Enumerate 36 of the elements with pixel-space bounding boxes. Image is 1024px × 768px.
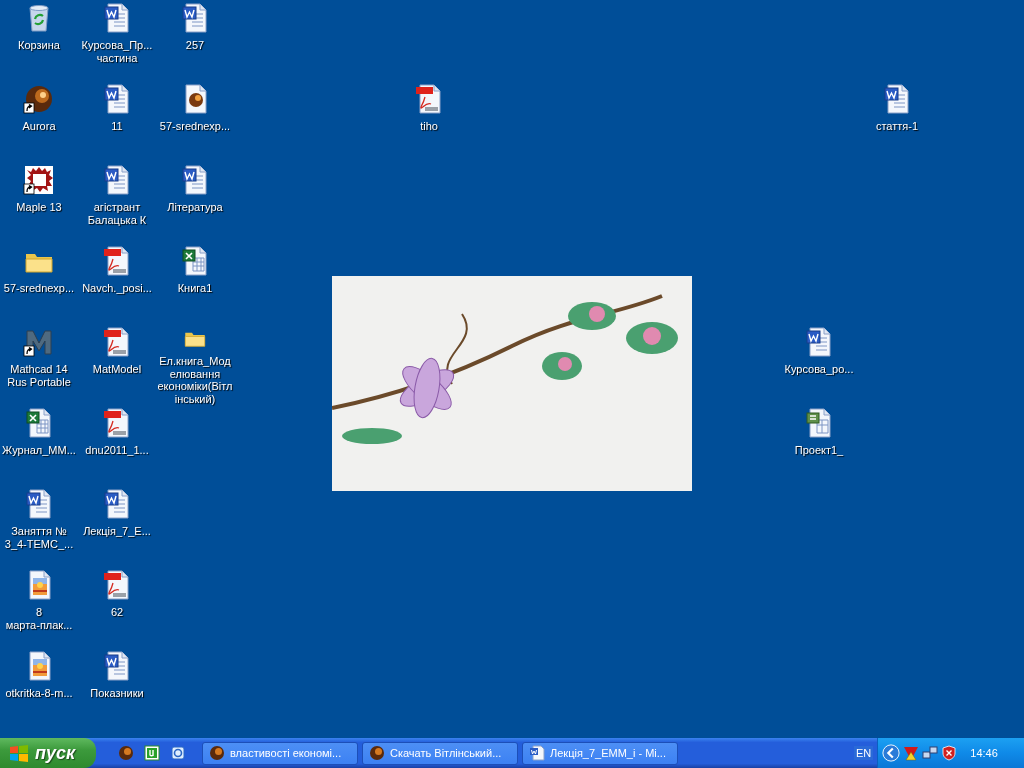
icon-label[interactable]: Aurora bbox=[22, 120, 56, 133]
icon-label[interactable]: Показники bbox=[90, 687, 144, 700]
network-icon[interactable] bbox=[922, 745, 939, 761]
icon-label[interactable]: Курсова_ро... bbox=[784, 363, 854, 376]
icon-label[interactable]: Navch._posi... bbox=[82, 282, 152, 295]
icon-label[interactable]: Проект1_ bbox=[794, 444, 844, 457]
torrent-icon[interactable] bbox=[144, 745, 160, 761]
icon-label[interactable]: tiho bbox=[420, 120, 438, 133]
icon-label[interactable]: Заняття № 3_4-ТЕМС_... bbox=[4, 525, 74, 550]
icon-label[interactable]: Курсова_Пр... частина bbox=[81, 39, 153, 64]
globe-icon[interactable] bbox=[23, 83, 55, 115]
windows-logo-icon bbox=[9, 744, 29, 762]
shield-icon[interactable] bbox=[941, 745, 958, 761]
icon-label[interactable]: 8 марта-плак... bbox=[5, 606, 73, 631]
icon-label[interactable]: Maple 13 bbox=[16, 201, 62, 214]
icon-label[interactable]: стаття-1 bbox=[875, 120, 919, 133]
icon-label[interactable]: Ел.книга_Мод елювання економіки(Вітл інський) bbox=[157, 355, 233, 405]
icon-label[interactable]: Література bbox=[167, 201, 223, 214]
icon-label[interactable]: 62 bbox=[110, 606, 124, 619]
icon-label[interactable]: Книга1 bbox=[177, 282, 213, 295]
icon-label[interactable]: Корзина bbox=[18, 39, 60, 52]
icon-label[interactable]: MatModel bbox=[92, 363, 142, 376]
start-button[interactable]: пуск bbox=[0, 738, 96, 768]
chevron-left-icon[interactable] bbox=[882, 744, 901, 762]
icon-label[interactable]: агістрант Балацька К bbox=[87, 201, 147, 226]
icon-label[interactable]: Mathcad 14 Rus Portable bbox=[7, 363, 71, 388]
icon-label[interactable]: dnu2011_1... bbox=[85, 444, 149, 457]
icon-label[interactable]: 257 bbox=[185, 39, 205, 52]
icon-label[interactable]: otkritka-8-m... bbox=[5, 687, 73, 700]
language-indicator[interactable]: EN bbox=[854, 746, 874, 760]
clock[interactable]: 14:46 bbox=[970, 747, 998, 759]
icon-label[interactable]: 57-srednexp... bbox=[159, 120, 231, 133]
icon-label[interactable]: Лекція_7_Е... bbox=[83, 525, 151, 538]
icon-label[interactable]: Журнал_ММ... bbox=[2, 444, 76, 457]
icon-label[interactable]: 11 bbox=[111, 120, 123, 133]
icon-label[interactable]: 57-srednexp... bbox=[3, 282, 75, 295]
